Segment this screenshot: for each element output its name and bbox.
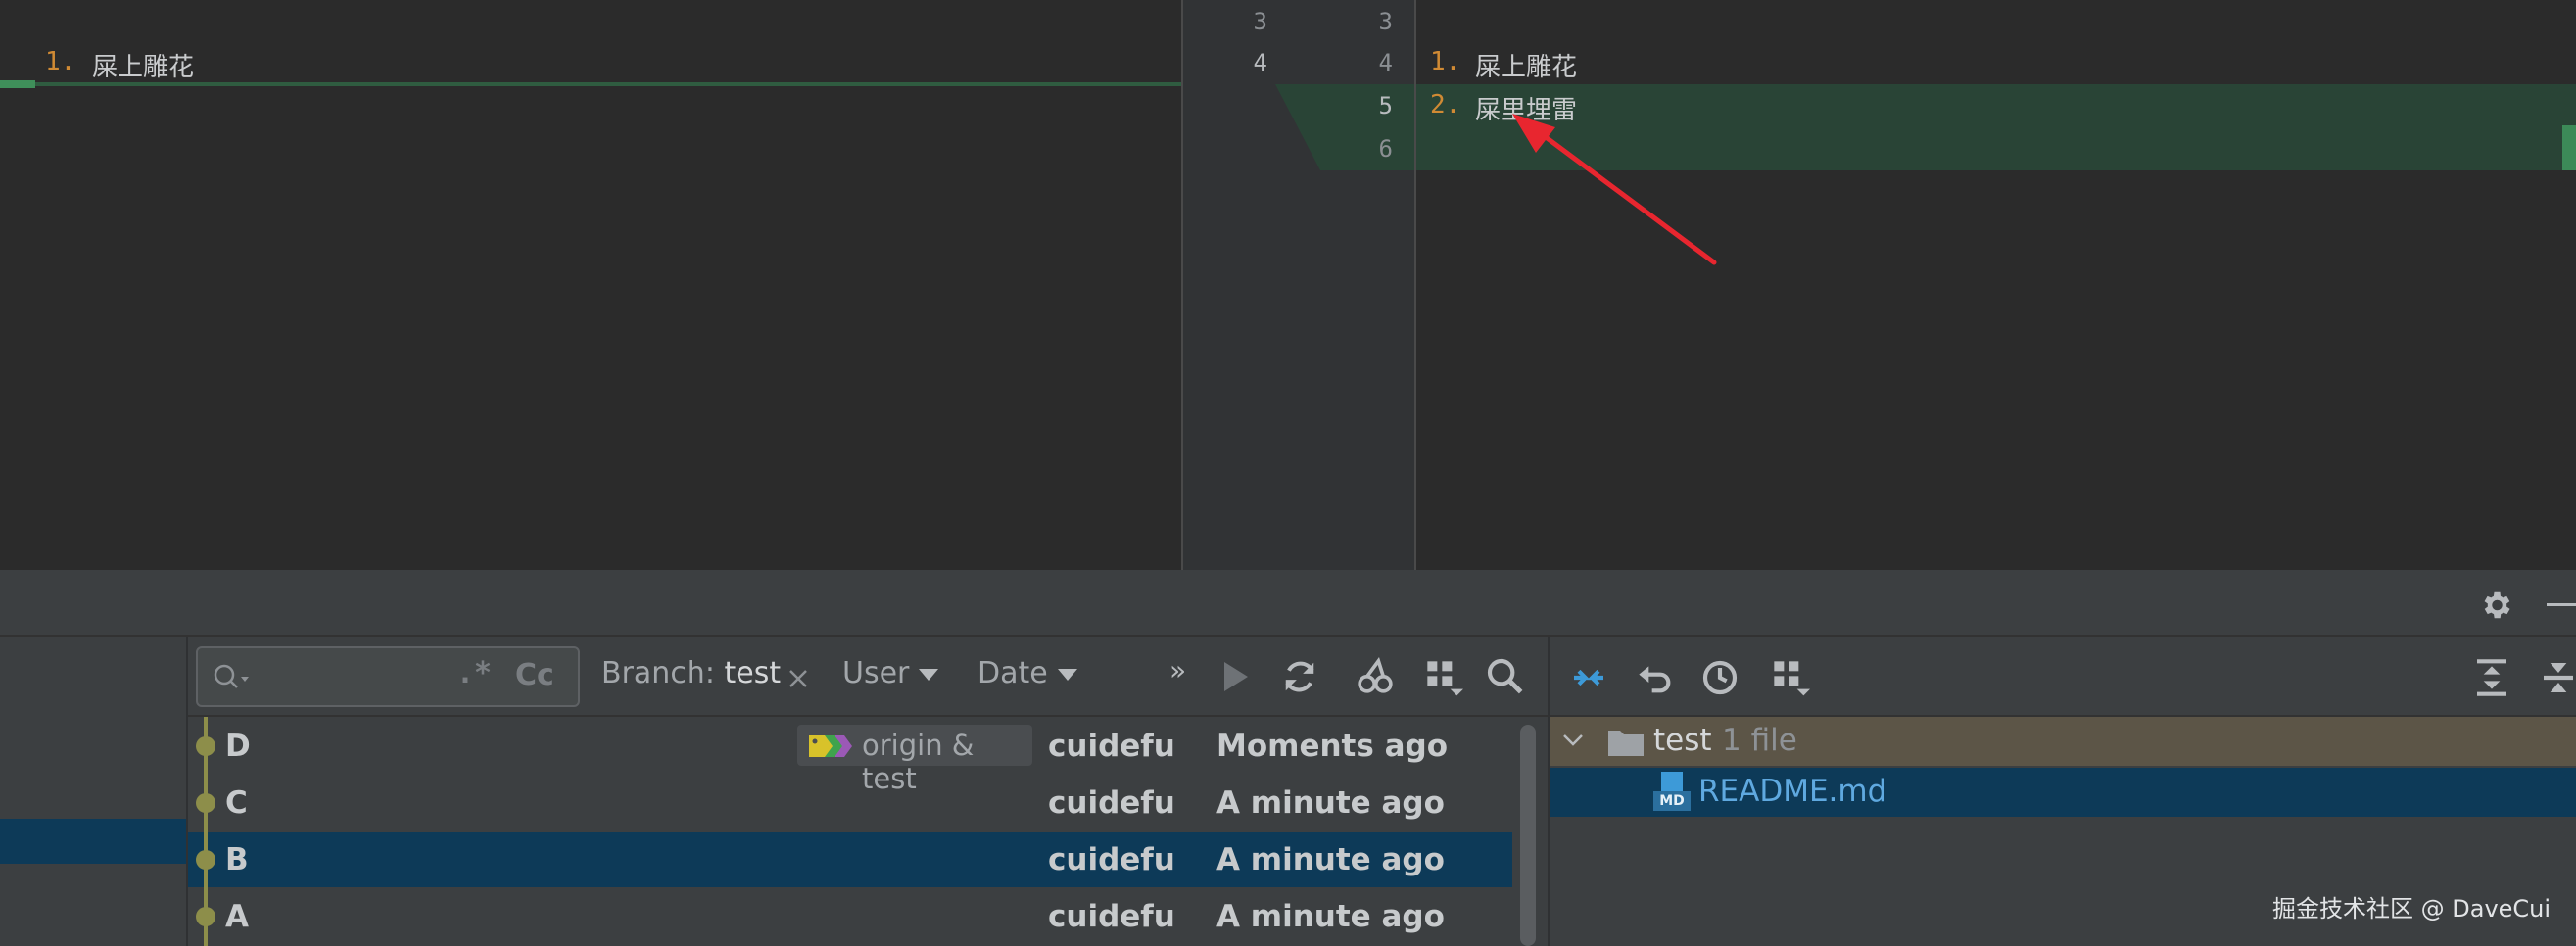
commit-author: cuidefu [1048, 899, 1175, 934]
search-field[interactable]: .* Cc [196, 646, 580, 707]
history-icon[interactable] [1700, 658, 1740, 697]
change-marker-left [0, 80, 35, 88]
date-filter-label: Date [978, 656, 1048, 690]
search-icon[interactable] [1485, 656, 1524, 695]
collapse-all-icon[interactable] [2539, 658, 2576, 697]
expand-all-icon[interactable] [2472, 658, 2511, 697]
chevron-down-icon [919, 668, 939, 681]
file-icon-sheet [1661, 772, 1683, 791]
line-number: 1. [1430, 47, 1461, 76]
branches-pane[interactable] [0, 637, 188, 946]
gear-icon[interactable] [2478, 588, 2513, 623]
branch-filter-value: test [724, 656, 782, 690]
chevron-down-icon[interactable] [1561, 731, 1585, 750]
watermark: 掘金技术社区 @ DaveCui [2272, 895, 2552, 922]
search-input[interactable] [257, 658, 437, 697]
group-by-icon[interactable] [1424, 658, 1463, 697]
commit-author: cuidefu [1048, 729, 1175, 764]
changes-toolbar [1548, 637, 2576, 717]
table-row-selected[interactable]: B cuidefu A minute ago [188, 832, 1512, 887]
regex-toggle[interactable]: .* [456, 656, 492, 690]
branch-filter[interactable]: Branch: test [601, 656, 781, 690]
commit-log-list[interactable]: D origin & test cuidefu Moments ago C cu… [188, 717, 1512, 946]
commit-author: cuidefu [1048, 785, 1175, 821]
folder-file-count: 1 file [1722, 723, 1797, 758]
log-scrollbar[interactable] [1512, 717, 1548, 946]
more-actions-icon[interactable]: » [1169, 654, 1186, 686]
commit-subject: D [225, 729, 251, 764]
user-filter-label: User [842, 656, 910, 690]
gutter-right-number: 5 [1378, 92, 1393, 119]
commit-date: Moments ago [1216, 729, 1449, 764]
selected-branch-row[interactable] [0, 819, 186, 864]
commit-subject: B [225, 842, 249, 877]
chevron-down-icon [1057, 668, 1077, 681]
compare-icon[interactable] [1569, 658, 1608, 697]
commit-subject: C [225, 785, 248, 821]
tree-file-row[interactable]: MD README.md [1550, 768, 2576, 817]
code-line: 屎上雕花 [1475, 53, 1578, 82]
gutter-left-number: 4 [1253, 49, 1267, 76]
commit-date: A minute ago [1216, 842, 1445, 877]
ref-label: origin & test [797, 725, 1032, 795]
tag-icon [809, 735, 852, 757]
diff-gutter: 3 3 4 4 5 6 [1181, 0, 1416, 570]
gutter-right-number: 6 [1378, 135, 1393, 163]
line-number: 2. [1430, 90, 1461, 119]
file-name: README.md [1698, 774, 1887, 809]
gutter-right-number: 3 [1378, 8, 1393, 35]
commit-date: A minute ago [1216, 899, 1445, 934]
minimize-icon[interactable] [2547, 603, 2576, 606]
line-number: 1. [45, 47, 76, 76]
tree-folder-row[interactable]: test 1 file [1550, 717, 2576, 766]
revert-icon[interactable] [1636, 658, 1675, 697]
git-tool-window-header [0, 570, 2576, 637]
refresh-icon[interactable] [1281, 658, 1318, 695]
date-filter[interactable]: Date [978, 656, 1077, 690]
table-row[interactable]: C cuidefu A minute ago [188, 776, 1512, 830]
markdown-file-icon: MD [1653, 772, 1691, 811]
clear-filter-icon[interactable] [787, 668, 809, 689]
play-icon[interactable] [1220, 660, 1250, 693]
annotation-arrow [1512, 114, 1717, 265]
code-line: 屎上雕花 [92, 53, 195, 82]
folder-icon [1608, 731, 1644, 756]
change-stripe [2562, 125, 2576, 170]
gutter-right-number: 4 [1378, 49, 1393, 76]
scrollbar-thumb[interactable] [1520, 725, 1536, 946]
gutter-left-number: 3 [1253, 8, 1267, 35]
commit-node [196, 907, 215, 926]
commit-node [196, 736, 215, 756]
commit-node [196, 793, 215, 813]
user-filter[interactable]: User [842, 656, 939, 690]
commit-node [196, 850, 215, 870]
diff-left-pane[interactable]: 1. 屎上雕花 [0, 0, 1181, 570]
log-toolbar: .* Cc Branch: test User Date » [188, 637, 1548, 717]
commit-date: A minute ago [1216, 785, 1445, 821]
group-by-icon[interactable] [1771, 658, 1810, 697]
commit-subject: A [225, 899, 249, 934]
diff-right-pane[interactable]: 1. 屎上雕花 2. 屎里埋雷 [1416, 0, 2576, 570]
branch-filter-label: Branch: [601, 656, 715, 690]
folder-name: test [1653, 723, 1712, 758]
search-icon [214, 664, 249, 688]
commit-author: cuidefu [1048, 842, 1175, 877]
file-icon-badge: MD [1653, 791, 1691, 811]
cherry-pick-icon[interactable] [1356, 656, 1395, 695]
table-row[interactable]: A cuidefu A minute ago [188, 889, 1512, 944]
match-case-toggle[interactable]: Cc [515, 658, 554, 692]
table-row[interactable]: D origin & test cuidefu Moments ago [188, 719, 1512, 795]
